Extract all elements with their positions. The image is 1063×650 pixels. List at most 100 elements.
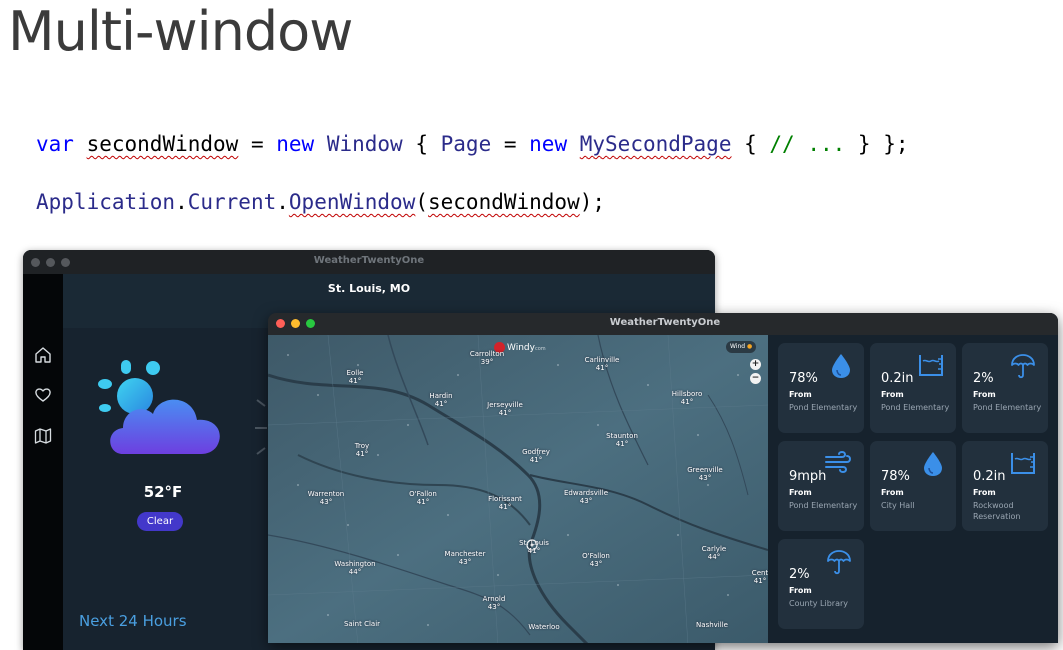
code-type-application: Application bbox=[36, 190, 176, 214]
city-temp: 41° bbox=[498, 409, 512, 417]
code-property-current: Current bbox=[187, 190, 277, 214]
metric-location: Pond Elementary bbox=[789, 501, 858, 510]
city-temp: 41° bbox=[615, 440, 629, 448]
map-city-label[interactable]: Jerseyville 41° bbox=[487, 401, 523, 417]
map-city-label[interactable]: Manchester 43° bbox=[445, 550, 486, 566]
condition-button[interactable]: Clear bbox=[137, 512, 183, 531]
metric-value: 2% bbox=[789, 567, 810, 582]
metric-from-label: From bbox=[789, 586, 812, 595]
code-operator: = bbox=[238, 132, 277, 156]
map-city-label[interactable]: Eolle 41° bbox=[347, 369, 364, 385]
city-temp: 41° bbox=[348, 377, 362, 385]
city-name: St. Louis, MO bbox=[327, 282, 411, 295]
map-city-label[interactable]: Carlinville 41° bbox=[585, 356, 620, 372]
code-method-openwindow: OpenWindow bbox=[288, 190, 416, 214]
map-city-label[interactable]: Hillsboro 41° bbox=[672, 390, 702, 406]
city-temp: 43° bbox=[589, 560, 603, 568]
city-temp: 44° bbox=[707, 553, 721, 561]
city-name: Eolle bbox=[346, 369, 364, 377]
map-city-label[interactable]: Greenville 43° bbox=[687, 466, 722, 482]
window-title: WeatherTwentyOne bbox=[609, 317, 721, 328]
humidity-drop-icon bbox=[924, 452, 942, 476]
second-window-titlebar[interactable]: WeatherTwentyOne bbox=[268, 313, 1058, 335]
code-keyword-new: new bbox=[276, 132, 315, 156]
metric-location: Pond Elementary bbox=[789, 403, 858, 412]
metric-from-label: From bbox=[789, 488, 812, 497]
windy-map[interactable]: Windycom Wind ● + − Carrollton 39° Carlin… bbox=[268, 335, 768, 643]
map-city-label[interactable]: Carrollton 39° bbox=[470, 350, 504, 366]
code-brace: { bbox=[731, 132, 770, 156]
metric-tile[interactable]: 2% From County Library bbox=[778, 539, 864, 629]
city-temp: 41° bbox=[753, 577, 767, 585]
metric-value: 78% bbox=[789, 371, 818, 386]
home-icon[interactable] bbox=[34, 346, 52, 364]
wind-layer-icon: ● bbox=[747, 343, 753, 350]
metric-from-label: From bbox=[881, 488, 904, 497]
metric-value: 78% bbox=[881, 469, 910, 484]
code-operator: = bbox=[491, 132, 530, 156]
code-argument-secondwindow: secondWindow bbox=[428, 190, 580, 214]
map-city-label[interactable]: Godfrey 41° bbox=[522, 448, 550, 464]
map-city-label[interactable]: Carlyle 44° bbox=[702, 545, 726, 561]
city-name: Carrollton bbox=[469, 350, 505, 358]
close-window-button[interactable] bbox=[276, 319, 285, 328]
map-city-label[interactable]: Troy 41° bbox=[355, 442, 369, 458]
wind-layer-chip[interactable]: Wind ● bbox=[726, 341, 757, 353]
map-city-label[interactable]: Nashville bbox=[696, 621, 728, 629]
city-temp: 43° bbox=[319, 498, 333, 506]
metric-location: Rockwood Reservation bbox=[973, 501, 1021, 521]
city-name: Nashville bbox=[696, 621, 728, 629]
map-icon[interactable] bbox=[34, 427, 52, 445]
metric-from-label: From bbox=[973, 488, 996, 497]
main-window-titlebar[interactable]: WeatherTwentyOne bbox=[23, 250, 715, 274]
city-name: Cent bbox=[751, 569, 768, 577]
wind-layer-label: Wind bbox=[730, 343, 746, 350]
city-name: Hillsboro bbox=[671, 390, 703, 398]
favorites-heart-icon[interactable] bbox=[34, 386, 52, 404]
zoom-out-button[interactable]: − bbox=[750, 373, 761, 384]
code-paren: ( bbox=[415, 190, 428, 214]
map-city-label[interactable]: Staunton 41° bbox=[606, 432, 638, 448]
code-type-mysecondpage: MySecondPage bbox=[579, 132, 732, 156]
city-name: St. Louis bbox=[519, 539, 549, 547]
metric-tile[interactable]: 2% From Pond Elementary bbox=[962, 343, 1048, 433]
city-name: Godfrey bbox=[522, 448, 550, 456]
city-temp: 41° bbox=[529, 456, 543, 464]
map-city-label[interactable]: Saint Clair bbox=[344, 620, 380, 628]
metric-tile[interactable]: 0.2in From Rockwood Reservation bbox=[962, 441, 1048, 531]
slide-title: Multi-window bbox=[8, 0, 353, 63]
metric-from-label: From bbox=[881, 390, 904, 399]
city-temp: 43° bbox=[458, 558, 472, 566]
map-terrain bbox=[268, 335, 768, 643]
map-city-label[interactable]: Warrenton 43° bbox=[308, 490, 344, 506]
rain-gauge-icon bbox=[1011, 453, 1035, 474]
zoom-window-button[interactable] bbox=[306, 319, 315, 328]
map-city-label[interactable]: Hardin 41° bbox=[429, 392, 452, 408]
map-city-label[interactable]: O'Fallon 41° bbox=[409, 490, 437, 506]
metric-tile[interactable]: 78% From Pond Elementary bbox=[778, 343, 864, 433]
metric-tile[interactable]: 9mph From Pond Elementary bbox=[778, 441, 864, 531]
city-name: Jerseyville bbox=[487, 401, 523, 409]
city-temp: 43° bbox=[698, 474, 712, 482]
metric-tile[interactable]: 78% From City Hall bbox=[870, 441, 956, 531]
zoom-in-button[interactable]: + bbox=[750, 359, 761, 370]
city-name: Saint Clair bbox=[343, 620, 381, 628]
metric-tile[interactable]: 0.2in From Pond Elementary bbox=[870, 343, 956, 433]
city-name: O'Fallon bbox=[582, 552, 610, 560]
city-temp: 41° bbox=[527, 547, 541, 555]
code-comment: // ... bbox=[769, 132, 846, 156]
map-city-label[interactable]: Washington 44° bbox=[334, 560, 375, 576]
minimize-window-button[interactable] bbox=[291, 319, 300, 328]
city-name: Troy bbox=[354, 442, 370, 450]
city-name: Greenville bbox=[687, 466, 723, 474]
map-city-label[interactable]: Edwardsville 43° bbox=[564, 489, 608, 505]
map-city-label[interactable]: Cent 41° bbox=[752, 569, 768, 585]
metric-value: 0.2in bbox=[881, 371, 914, 386]
city-temp: 39° bbox=[480, 358, 494, 366]
city-name: Washington bbox=[334, 560, 376, 568]
map-city-label[interactable]: Florissant 41° bbox=[488, 495, 522, 511]
code-paren-close: ); bbox=[579, 190, 606, 214]
map-city-label[interactable]: St. Louis 41° bbox=[519, 539, 549, 555]
map-city-label[interactable]: Arnold 43° bbox=[483, 595, 506, 611]
map-city-label[interactable]: O'Fallon 43° bbox=[582, 552, 610, 568]
